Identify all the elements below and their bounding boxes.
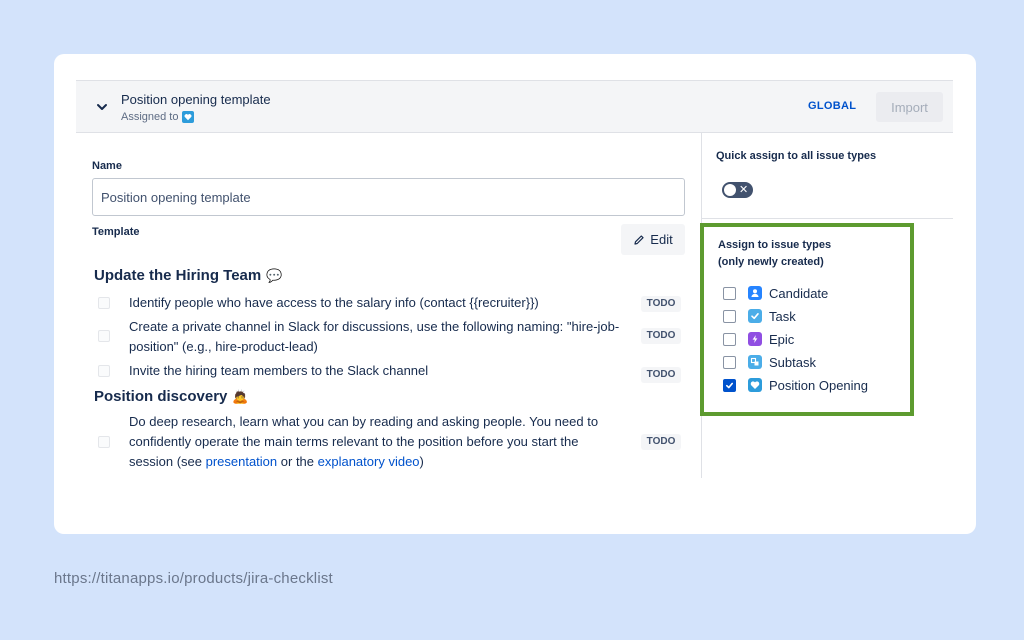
assigned-to-label: Assigned to bbox=[121, 111, 179, 123]
issue-type-checkbox[interactable] bbox=[723, 378, 736, 392]
content-card: Position opening template Assigned to GL… bbox=[54, 54, 976, 534]
issue-type-checkbox[interactable] bbox=[723, 286, 736, 300]
template-label: Template bbox=[92, 226, 140, 238]
name-input[interactable] bbox=[92, 178, 685, 216]
bowing-person-icon: 🙇 bbox=[232, 388, 249, 404]
assigned-to: Assigned to bbox=[121, 111, 195, 123]
item-checkbox[interactable] bbox=[98, 297, 110, 309]
heart-icon bbox=[182, 111, 195, 123]
item-checkbox[interactable] bbox=[98, 436, 110, 448]
checkmark-icon bbox=[725, 382, 734, 388]
presentation-link[interactable]: presentation bbox=[206, 454, 278, 469]
assign-issue-types-box: Assign to issue types (only newly create… bbox=[700, 223, 914, 416]
item-text-part: or the bbox=[277, 454, 318, 469]
name-label: Name bbox=[92, 160, 122, 172]
lightning-icon bbox=[748, 332, 762, 346]
issue-type-checkbox[interactable] bbox=[723, 309, 736, 323]
edit-label: Edit bbox=[650, 232, 673, 247]
scope-badge[interactable]: GLOBAL bbox=[808, 100, 856, 112]
section-title: Position discovery 🙇 bbox=[94, 388, 249, 405]
section-title-text: Update the Hiring Team bbox=[94, 267, 262, 284]
heart-icon bbox=[748, 378, 762, 392]
quick-assign-toggle[interactable]: ✕ bbox=[722, 182, 753, 198]
source-url: https://titanapps.io/products/jira-check… bbox=[54, 570, 333, 587]
item-checkbox[interactable] bbox=[98, 330, 110, 342]
close-icon: ✕ bbox=[739, 184, 749, 196]
list-item: Invite the hiring team members to the Sl… bbox=[94, 361, 682, 383]
template-panel: Position opening template Assigned to GL… bbox=[76, 80, 953, 478]
issue-type-label: Subtask bbox=[769, 354, 816, 370]
assign-title-line1: Assign to issue types bbox=[718, 239, 832, 251]
issue-type-checkbox[interactable] bbox=[723, 332, 736, 346]
issue-type-epic[interactable]: Epic bbox=[723, 330, 794, 348]
issue-type-checkbox[interactable] bbox=[723, 355, 736, 369]
edit-button[interactable]: Edit bbox=[621, 224, 685, 255]
assign-title: Assign to issue types (only newly create… bbox=[718, 237, 831, 271]
import-button[interactable]: Import bbox=[876, 92, 943, 122]
issue-type-label: Epic bbox=[769, 331, 795, 347]
item-text: Invite the hiring team members to the Sl… bbox=[129, 363, 429, 378]
checkmark-icon bbox=[748, 309, 762, 323]
speech-bubble-icon: 💬 bbox=[266, 267, 283, 283]
section-divider bbox=[702, 218, 953, 219]
status-badge[interactable]: TODO bbox=[641, 367, 681, 383]
person-icon bbox=[748, 286, 762, 300]
chevron-down-icon[interactable] bbox=[94, 99, 110, 115]
list-item: Do deep research, learn what you can by … bbox=[94, 412, 682, 472]
status-badge[interactable]: TODO bbox=[641, 296, 681, 312]
quick-assign-label: Quick assign to all issue types bbox=[716, 150, 877, 162]
issue-type-position-opening[interactable]: Position Opening bbox=[723, 376, 868, 394]
list-item: Identify people who have access to the s… bbox=[94, 293, 682, 313]
subtask-icon bbox=[748, 355, 762, 369]
item-text: Create a private channel in Slack for di… bbox=[129, 319, 620, 354]
template-header[interactable]: Position opening template Assigned to GL… bbox=[76, 80, 953, 133]
toggle-knob bbox=[724, 184, 736, 196]
template-title: Position opening template bbox=[121, 92, 271, 107]
status-badge[interactable]: TODO bbox=[641, 434, 681, 450]
section-title: Update the Hiring Team 💬 bbox=[94, 267, 282, 284]
list-item: Create a private channel in Slack for di… bbox=[94, 317, 682, 357]
item-text: Do deep research, learn what you can by … bbox=[129, 412, 624, 472]
status-badge[interactable]: TODO bbox=[641, 328, 681, 344]
pencil-icon bbox=[634, 234, 644, 245]
issue-type-candidate[interactable]: Candidate bbox=[723, 284, 828, 302]
assign-title-line2: (only newly created) bbox=[718, 256, 824, 268]
issue-type-subtask[interactable]: Subtask bbox=[723, 353, 816, 371]
item-text: Identify people who have access to the s… bbox=[129, 295, 539, 310]
issue-type-label: Candidate bbox=[769, 285, 829, 301]
issue-type-task[interactable]: Task bbox=[723, 307, 796, 325]
item-text-part: ) bbox=[419, 454, 424, 469]
issue-type-label: Position Opening bbox=[769, 377, 869, 393]
explanatory-video-link[interactable]: explanatory video bbox=[318, 454, 420, 469]
item-checkbox[interactable] bbox=[98, 365, 110, 377]
section-title-text: Position discovery bbox=[94, 388, 228, 405]
issue-type-label: Task bbox=[769, 308, 796, 324]
